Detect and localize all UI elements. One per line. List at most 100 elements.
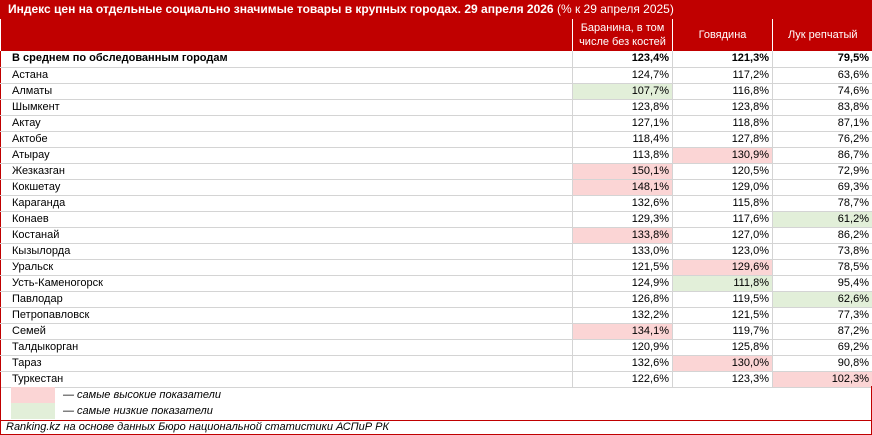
table-row: Актау 127,1% 118,8% 87,1% (0, 115, 872, 132)
onion-index-value: 86,7% (772, 147, 872, 164)
beef-index-value: 119,5% (672, 291, 773, 308)
onion-index-value: 77,3% (772, 307, 872, 324)
lamb-index-value: 123,8% (572, 99, 673, 116)
onion-index-value: 78,7% (772, 195, 872, 212)
onion-index-value: 73,8% (772, 243, 872, 260)
legend-item-high: — самые высокие показатели (1, 387, 872, 404)
report-title-sub: (% к 29 апреля 2025) (553, 2, 674, 16)
average-row-label: В среднем по обследованным городам (0, 51, 573, 68)
lamb-index-value: 121,5% (572, 259, 673, 276)
beef-index-value: 123,3% (672, 371, 773, 388)
legend-text-low: — самые низкие показатели (63, 405, 213, 417)
onion-index-value: 86,2% (772, 227, 872, 244)
lamb-index-value: 124,9% (572, 275, 673, 292)
city-name: Талдыкорган (0, 339, 573, 356)
onion-index-value: 74,6% (772, 83, 872, 100)
lamb-index-value: 126,8% (572, 291, 673, 308)
average-beef-value: 121,3% (672, 51, 773, 68)
source-note: Ranking.kz на основе данных Бюро национа… (0, 420, 872, 435)
column-header-city (0, 19, 573, 51)
city-name: Атырау (0, 147, 573, 164)
lamb-index-value: 127,1% (572, 115, 673, 132)
city-name: Павлодар (0, 291, 573, 308)
beef-index-value: 130,0% (672, 355, 773, 372)
table-row: Усть-Каменогорск 124,9% 111,8% 95,4% (0, 275, 872, 292)
column-header-lamb: Баранина, в том числе без костей (572, 19, 673, 51)
city-name: Актобе (0, 131, 573, 148)
beef-index-value: 127,8% (672, 131, 773, 148)
city-name: Туркестан (0, 371, 573, 388)
legend-swatch-high (11, 387, 55, 403)
lamb-index-value: 150,1% (572, 163, 673, 180)
beef-index-value: 120,5% (672, 163, 773, 180)
beef-index-value: 115,8% (672, 195, 773, 212)
table-row: Петропавловск 132,2% 121,5% 77,3% (0, 307, 872, 324)
onion-index-value: 83,8% (772, 99, 872, 116)
lamb-index-value: 122,6% (572, 371, 673, 388)
column-header-beef: Говядина (672, 19, 773, 51)
legend-item-low: — самые низкие показатели (1, 403, 872, 420)
lamb-index-value: 120,9% (572, 339, 673, 356)
lamb-index-value: 133,0% (572, 243, 673, 260)
onion-index-value: 72,9% (772, 163, 872, 180)
table-row: Шымкент 123,8% 123,8% 83,8% (0, 99, 872, 116)
onion-index-value: 61,2% (772, 211, 872, 228)
lamb-index-value: 148,1% (572, 179, 673, 196)
table-row: Талдыкорган 120,9% 125,8% 69,2% (0, 339, 872, 356)
price-index-table: Баранина, в том числе без костей Говядина… (0, 19, 872, 388)
lamb-index-value: 124,7% (572, 67, 673, 84)
beef-index-value: 129,6% (672, 259, 773, 276)
onion-index-value: 90,8% (772, 355, 872, 372)
legend-text-high: — самые высокие показатели (63, 389, 222, 401)
onion-index-value: 102,3% (772, 371, 872, 388)
city-name: Кызылорда (0, 243, 573, 260)
lamb-index-value: 129,3% (572, 211, 673, 228)
table-row: Алматы 107,7% 116,8% 74,6% (0, 83, 872, 100)
city-name: Конаев (0, 211, 573, 228)
lamb-index-value: 132,2% (572, 307, 673, 324)
legend-swatch-low (11, 403, 55, 419)
beef-index-value: 119,7% (672, 323, 773, 340)
price-index-report: Индекс цен на отдельные социально значим… (0, 0, 872, 435)
table-row: Караганда 132,6% 115,8% 78,7% (0, 195, 872, 212)
lamb-index-value: 113,8% (572, 147, 673, 164)
beef-index-value: 130,9% (672, 147, 773, 164)
city-name: Костанай (0, 227, 573, 244)
column-header-onion: Лук репчатый (772, 19, 872, 51)
beef-index-value: 121,5% (672, 307, 773, 324)
beef-index-value: 127,0% (672, 227, 773, 244)
lamb-index-value: 132,6% (572, 195, 673, 212)
onion-index-value: 78,5% (772, 259, 872, 276)
table-row: Тараз 132,6% 130,0% 90,8% (0, 355, 872, 372)
city-name: Усть-Каменогорск (0, 275, 573, 292)
city-name: Семей (0, 323, 573, 340)
beef-index-value: 117,2% (672, 67, 773, 84)
beef-index-value: 123,0% (672, 243, 773, 260)
table-row: Кокшетау 148,1% 129,0% 69,3% (0, 179, 872, 196)
average-onion-value: 79,5% (772, 51, 872, 68)
lamb-index-value: 107,7% (572, 83, 673, 100)
table-row: Жезказган 150,1% 120,5% 72,9% (0, 163, 872, 180)
city-name: Жезказган (0, 163, 573, 180)
onion-index-value: 63,6% (772, 67, 872, 84)
onion-index-value: 76,2% (772, 131, 872, 148)
table-row: Конаев 129,3% 117,6% 61,2% (0, 211, 872, 228)
city-name: Алматы (0, 83, 573, 100)
average-row: В среднем по обследованным городам 123,4… (0, 51, 872, 68)
beef-index-value: 116,8% (672, 83, 773, 100)
table-row: Кызылорда 133,0% 123,0% 73,8% (0, 243, 872, 260)
beef-index-value: 129,0% (672, 179, 773, 196)
onion-index-value: 87,2% (772, 323, 872, 340)
city-name: Шымкент (0, 99, 573, 116)
report-title-main: Индекс цен на отдельные социально значим… (8, 2, 554, 16)
report-title: Индекс цен на отдельные социально значим… (0, 0, 872, 19)
onion-index-value: 95,4% (772, 275, 872, 292)
legend: — самые высокие показатели — самые низки… (0, 386, 872, 420)
city-name: Астана (0, 67, 573, 84)
table-row: Павлодар 126,8% 119,5% 62,6% (0, 291, 872, 308)
city-name: Караганда (0, 195, 573, 212)
lamb-index-value: 134,1% (572, 323, 673, 340)
onion-index-value: 62,6% (772, 291, 872, 308)
beef-index-value: 125,8% (672, 339, 773, 356)
city-name: Петропавловск (0, 307, 573, 324)
